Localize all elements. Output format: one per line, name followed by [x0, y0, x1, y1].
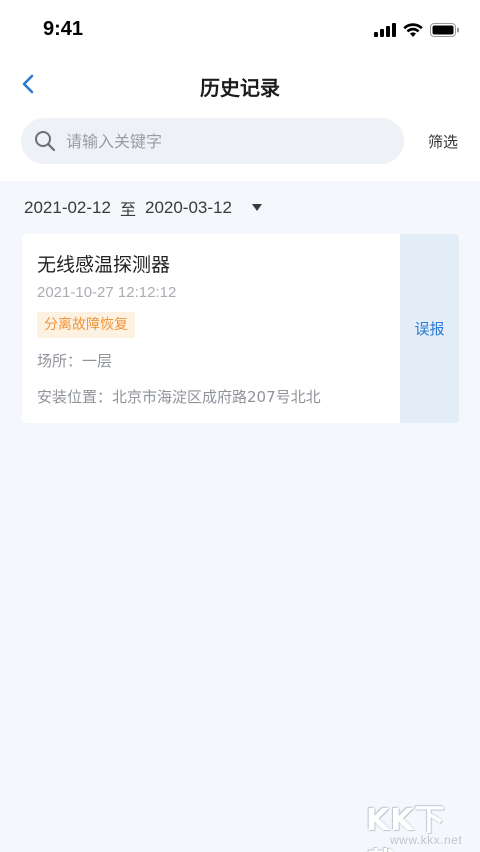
date-start: 2021-02-12: [24, 198, 111, 217]
battery-icon: [430, 23, 459, 37]
search-icon: [34, 130, 56, 152]
cellular-signal-icon: [374, 23, 396, 37]
nav-bar: 历史记录: [0, 60, 480, 110]
record-address: 安装位置：北京市海淀区成府路207号北北: [37, 388, 321, 406]
record-location: 场所：一层: [37, 352, 113, 370]
status-icons: [374, 20, 460, 40]
caret-down-icon: [251, 204, 262, 212]
status-bar: 9:41: [0, 0, 480, 60]
status-time: 9:41: [43, 18, 84, 40]
search-row: 筛选: [0, 118, 480, 164]
device-name: 无线感温探测器: [37, 254, 171, 276]
page-title: 历史记录: [200, 76, 280, 100]
record-time: 2021-10-27 12:12:12: [37, 284, 177, 301]
search-input[interactable]: [66, 131, 366, 151]
status-badge: 分离故障恢复: [37, 312, 135, 338]
header-area: 9:41 历史记录 请输入关键字 筛选: [0, 0, 480, 181]
date-range-selector[interactable]: 2021-02-12 至 2020-03-12: [24, 195, 262, 221]
false-report-button[interactable]: 误报: [400, 234, 459, 423]
search-box[interactable]: [21, 118, 404, 164]
record-card-body: 无线感温探测器 2021-10-27 12:12:12 分离故障恢复 场所：一层…: [22, 234, 400, 423]
record-card[interactable]: 无线感温探测器 2021-10-27 12:12:12 分离故障恢复 场所：一层…: [22, 234, 459, 423]
wifi-icon: [403, 22, 423, 37]
date-separator: 至: [119, 200, 136, 219]
watermark-url: www.kkx.net: [390, 833, 463, 847]
watermark: KK下载 www.kkx.net: [360, 795, 470, 852]
filter-button[interactable]: 筛选: [428, 131, 458, 152]
date-end: 2020-03-12: [144, 198, 232, 217]
